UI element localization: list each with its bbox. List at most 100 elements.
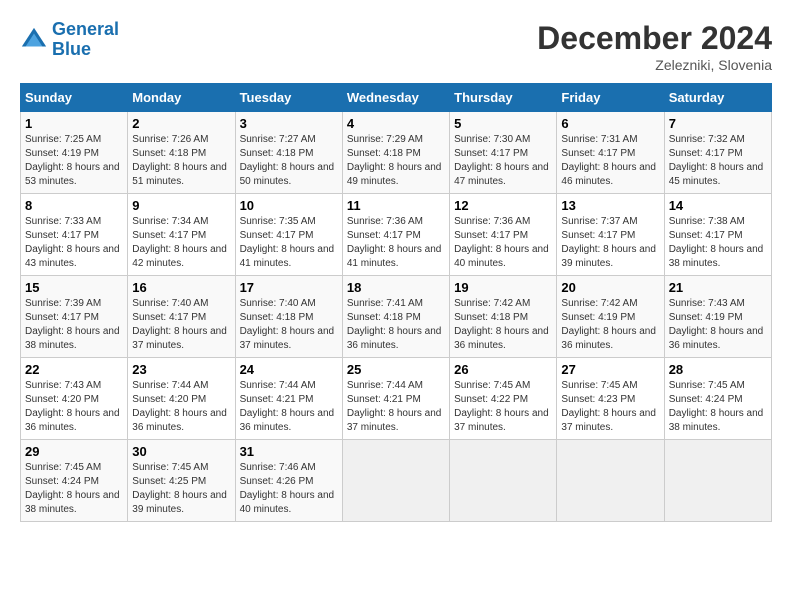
title-area: December 2024 Zelezniki, Slovenia [537, 20, 772, 73]
sunrise: Sunrise: 7:42 AM [454, 297, 552, 311]
sunset: Sunset: 4:20 PM [25, 393, 123, 407]
day-info: Sunrise: 7:26 AM Sunset: 4:18 PM Dayligh… [132, 133, 230, 189]
day-number: 30 [132, 444, 230, 459]
calendar-cell: 8 Sunrise: 7:33 AM Sunset: 4:17 PM Dayli… [21, 194, 128, 276]
sunset: Sunset: 4:26 PM [240, 475, 338, 489]
sunset: Sunset: 4:17 PM [25, 229, 123, 243]
sunrise: Sunrise: 7:27 AM [240, 133, 338, 147]
day-number: 17 [240, 280, 338, 295]
daylight: Daylight: 8 hours and 41 minutes. [240, 243, 338, 271]
sunset: Sunset: 4:21 PM [347, 393, 445, 407]
day-info: Sunrise: 7:45 AM Sunset: 4:22 PM Dayligh… [454, 379, 552, 435]
day-number: 29 [25, 444, 123, 459]
daylight: Daylight: 8 hours and 37 minutes. [240, 325, 338, 353]
sunset: Sunset: 4:18 PM [132, 147, 230, 161]
daylight: Daylight: 8 hours and 53 minutes. [25, 161, 123, 189]
sunset: Sunset: 4:20 PM [132, 393, 230, 407]
day-number: 1 [25, 116, 123, 131]
day-number: 18 [347, 280, 445, 295]
day-number: 31 [240, 444, 338, 459]
day-number: 27 [561, 362, 659, 377]
day-info: Sunrise: 7:45 AM Sunset: 4:25 PM Dayligh… [132, 461, 230, 517]
day-number: 13 [561, 198, 659, 213]
daylight: Daylight: 8 hours and 37 minutes. [132, 325, 230, 353]
calendar-cell: 6 Sunrise: 7:31 AM Sunset: 4:17 PM Dayli… [557, 112, 664, 194]
calendar-cell [450, 440, 557, 522]
sunrise: Sunrise: 7:36 AM [347, 215, 445, 229]
sunrise: Sunrise: 7:26 AM [132, 133, 230, 147]
sunrise: Sunrise: 7:31 AM [561, 133, 659, 147]
day-number: 19 [454, 280, 552, 295]
sunset: Sunset: 4:17 PM [132, 229, 230, 243]
sunrise: Sunrise: 7:25 AM [25, 133, 123, 147]
calendar-table: Sunday Monday Tuesday Wednesday Thursday… [20, 83, 772, 522]
sunset: Sunset: 4:24 PM [669, 393, 767, 407]
sunrise: Sunrise: 7:41 AM [347, 297, 445, 311]
daylight: Daylight: 8 hours and 36 minutes. [132, 407, 230, 435]
sunrise: Sunrise: 7:45 AM [25, 461, 123, 475]
daylight: Daylight: 8 hours and 41 minutes. [347, 243, 445, 271]
day-number: 6 [561, 116, 659, 131]
day-number: 10 [240, 198, 338, 213]
calendar-cell: 13 Sunrise: 7:37 AM Sunset: 4:17 PM Dayl… [557, 194, 664, 276]
calendar-cell: 1 Sunrise: 7:25 AM Sunset: 4:19 PM Dayli… [21, 112, 128, 194]
logo-icon [20, 26, 48, 54]
header-wednesday: Wednesday [342, 84, 449, 112]
day-info: Sunrise: 7:37 AM Sunset: 4:17 PM Dayligh… [561, 215, 659, 271]
day-info: Sunrise: 7:43 AM Sunset: 4:20 PM Dayligh… [25, 379, 123, 435]
sunrise: Sunrise: 7:39 AM [25, 297, 123, 311]
calendar-cell: 11 Sunrise: 7:36 AM Sunset: 4:17 PM Dayl… [342, 194, 449, 276]
sunset: Sunset: 4:24 PM [25, 475, 123, 489]
daylight: Daylight: 8 hours and 36 minutes. [347, 325, 445, 353]
calendar-week-3: 15 Sunrise: 7:39 AM Sunset: 4:17 PM Dayl… [21, 276, 772, 358]
day-number: 11 [347, 198, 445, 213]
day-info: Sunrise: 7:40 AM Sunset: 4:17 PM Dayligh… [132, 297, 230, 353]
day-info: Sunrise: 7:42 AM Sunset: 4:18 PM Dayligh… [454, 297, 552, 353]
day-info: Sunrise: 7:44 AM Sunset: 4:20 PM Dayligh… [132, 379, 230, 435]
daylight: Daylight: 8 hours and 36 minutes. [669, 325, 767, 353]
daylight: Daylight: 8 hours and 40 minutes. [240, 489, 338, 517]
daylight: Daylight: 8 hours and 38 minutes. [25, 325, 123, 353]
day-info: Sunrise: 7:27 AM Sunset: 4:18 PM Dayligh… [240, 133, 338, 189]
calendar-cell: 23 Sunrise: 7:44 AM Sunset: 4:20 PM Dayl… [128, 358, 235, 440]
day-number: 26 [454, 362, 552, 377]
sunset: Sunset: 4:18 PM [347, 147, 445, 161]
day-number: 8 [25, 198, 123, 213]
sunset: Sunset: 4:22 PM [454, 393, 552, 407]
daylight: Daylight: 8 hours and 46 minutes. [561, 161, 659, 189]
sunrise: Sunrise: 7:40 AM [240, 297, 338, 311]
calendar-cell: 5 Sunrise: 7:30 AM Sunset: 4:17 PM Dayli… [450, 112, 557, 194]
sunset: Sunset: 4:17 PM [240, 229, 338, 243]
day-number: 16 [132, 280, 230, 295]
calendar-cell: 9 Sunrise: 7:34 AM Sunset: 4:17 PM Dayli… [128, 194, 235, 276]
sunrise: Sunrise: 7:37 AM [561, 215, 659, 229]
calendar-cell: 15 Sunrise: 7:39 AM Sunset: 4:17 PM Dayl… [21, 276, 128, 358]
daylight: Daylight: 8 hours and 38 minutes. [25, 489, 123, 517]
day-number: 5 [454, 116, 552, 131]
day-info: Sunrise: 7:36 AM Sunset: 4:17 PM Dayligh… [347, 215, 445, 271]
sunset: Sunset: 4:17 PM [25, 311, 123, 325]
calendar-cell: 30 Sunrise: 7:45 AM Sunset: 4:25 PM Dayl… [128, 440, 235, 522]
daylight: Daylight: 8 hours and 36 minutes. [454, 325, 552, 353]
day-info: Sunrise: 7:25 AM Sunset: 4:19 PM Dayligh… [25, 133, 123, 189]
day-info: Sunrise: 7:45 AM Sunset: 4:24 PM Dayligh… [25, 461, 123, 517]
header-friday: Friday [557, 84, 664, 112]
daylight: Daylight: 8 hours and 36 minutes. [25, 407, 123, 435]
daylight: Daylight: 8 hours and 47 minutes. [454, 161, 552, 189]
day-info: Sunrise: 7:41 AM Sunset: 4:18 PM Dayligh… [347, 297, 445, 353]
calendar-cell: 7 Sunrise: 7:32 AM Sunset: 4:17 PM Dayli… [664, 112, 771, 194]
logo-text: General Blue [52, 20, 119, 60]
day-number: 28 [669, 362, 767, 377]
daylight: Daylight: 8 hours and 40 minutes. [454, 243, 552, 271]
day-info: Sunrise: 7:36 AM Sunset: 4:17 PM Dayligh… [454, 215, 552, 271]
sunset: Sunset: 4:17 PM [669, 147, 767, 161]
daylight: Daylight: 8 hours and 38 minutes. [669, 243, 767, 271]
sunrise: Sunrise: 7:42 AM [561, 297, 659, 311]
day-number: 22 [25, 362, 123, 377]
day-number: 21 [669, 280, 767, 295]
daylight: Daylight: 8 hours and 43 minutes. [25, 243, 123, 271]
day-number: 12 [454, 198, 552, 213]
sunset: Sunset: 4:18 PM [240, 311, 338, 325]
calendar-cell: 3 Sunrise: 7:27 AM Sunset: 4:18 PM Dayli… [235, 112, 342, 194]
day-info: Sunrise: 7:43 AM Sunset: 4:19 PM Dayligh… [669, 297, 767, 353]
